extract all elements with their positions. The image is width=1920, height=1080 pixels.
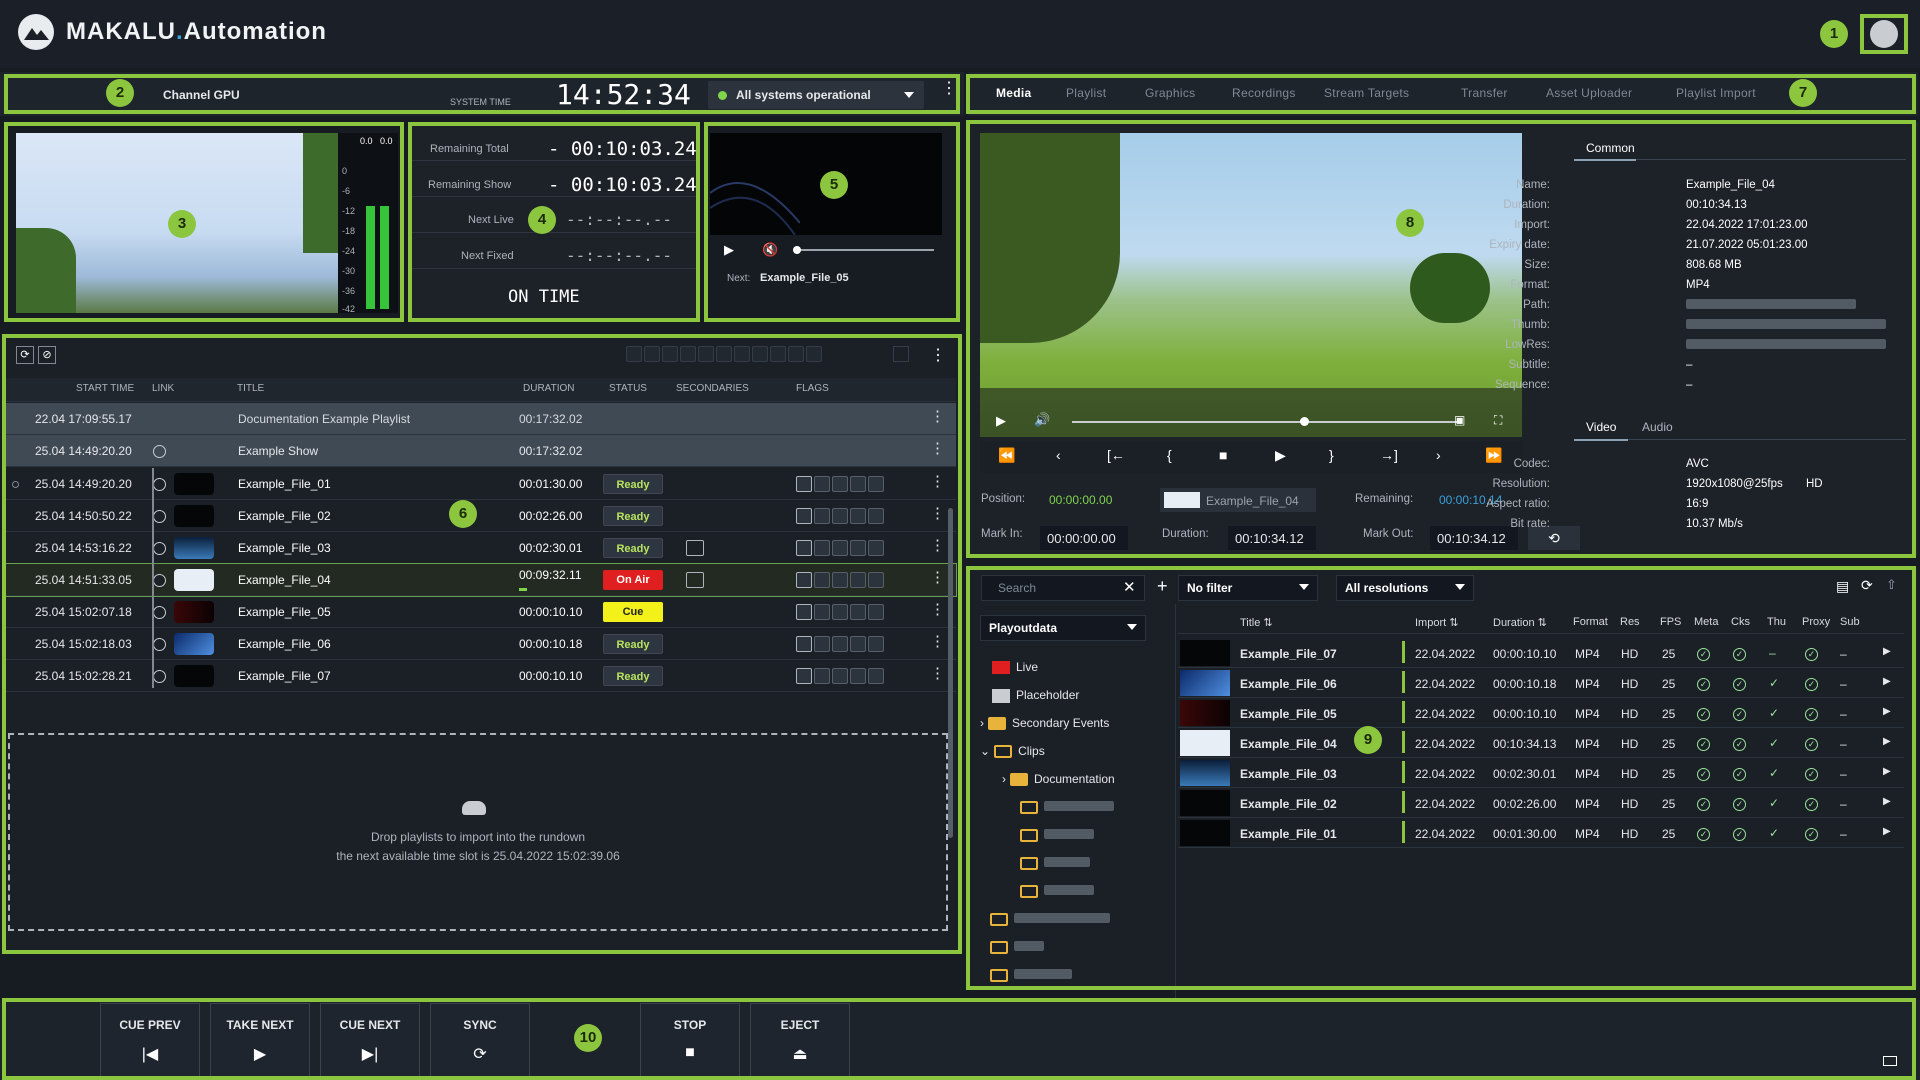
channel-menu-icon[interactable]: ⋮ xyxy=(941,81,957,97)
status-text: All systems operational xyxy=(736,88,871,102)
badge-4: 4 xyxy=(528,206,556,234)
badge-7: 7 xyxy=(1789,79,1817,107)
badge-3: 3 xyxy=(168,210,196,238)
brand-main: MAKALU xyxy=(66,18,176,45)
status-dropdown[interactable]: All systems operational xyxy=(708,81,924,109)
section-3-frame xyxy=(4,122,404,322)
logo-icon xyxy=(18,14,54,50)
chevron-down-icon xyxy=(904,92,914,98)
status-dot-icon xyxy=(718,91,727,100)
section-5-frame xyxy=(704,122,960,322)
brand-sub: Automation xyxy=(183,18,327,45)
section-6-frame xyxy=(2,334,962,954)
channel-name: Channel GPU xyxy=(163,88,240,102)
section-9-frame xyxy=(966,566,1916,990)
badge-8: 8 xyxy=(1396,209,1424,237)
badge-6: 6 xyxy=(449,500,477,528)
user-avatar[interactable] xyxy=(1860,14,1908,54)
system-time: 14:52:34 xyxy=(556,78,691,111)
section-10-frame xyxy=(2,998,1916,1080)
badge-9: 9 xyxy=(1354,726,1382,754)
brand-dot: . xyxy=(175,18,184,45)
user-icon xyxy=(1870,20,1898,48)
section-7-frame xyxy=(966,74,1916,114)
badge-1: 1 xyxy=(1820,20,1848,48)
app-brand: MAKALU.Automation xyxy=(66,18,327,46)
badge-10: 10 xyxy=(574,1024,602,1052)
section-8-frame xyxy=(966,120,1916,558)
badge-2: 2 xyxy=(106,79,134,107)
app-header: MAKALU.Automation 1 xyxy=(0,0,1920,68)
badge-5: 5 xyxy=(820,171,848,199)
system-time-label: SYSTEM TIME xyxy=(450,97,511,107)
